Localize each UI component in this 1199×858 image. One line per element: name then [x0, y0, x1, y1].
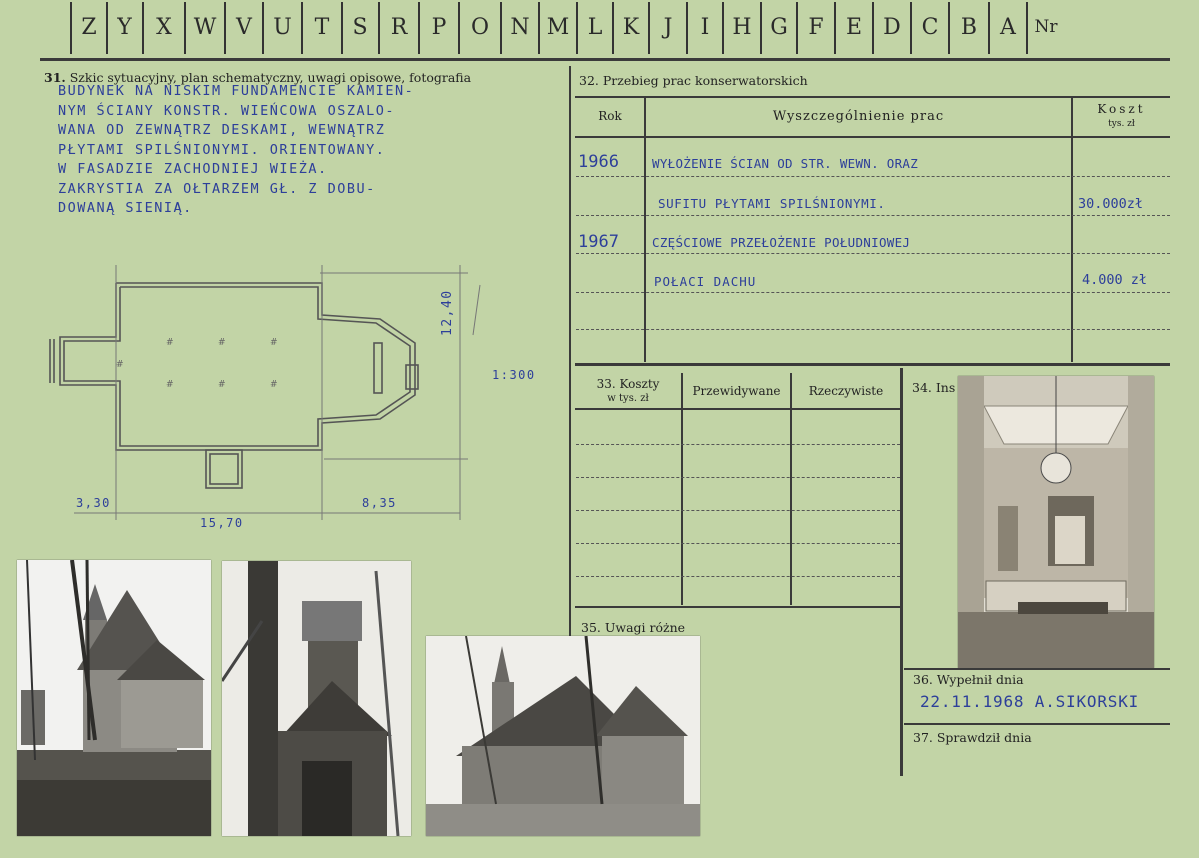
letter-cell: G — [770, 14, 788, 40]
plan-dimension-height: 12,40 — [440, 289, 455, 336]
letter-cell: S — [352, 14, 368, 40]
section-34-label: 34. Ins — [912, 380, 956, 395]
letter-cell: E — [845, 14, 863, 40]
plan-scale: 1:300 — [492, 368, 536, 382]
letter-cell: C — [921, 14, 939, 40]
note-line: NYM ŚCIANY KONSTR. WIEŃCOWA OSZALO- — [58, 102, 395, 119]
table-row-line — [576, 329, 1170, 330]
letter-cell: P — [431, 14, 447, 40]
letter-cell: Y — [117, 14, 132, 40]
church-exterior-photo-1 — [17, 560, 211, 836]
table-row-line — [576, 215, 1170, 216]
letter-cell: X — [156, 14, 172, 40]
table-row-line — [576, 543, 900, 544]
svg-text:#: # — [270, 338, 278, 348]
col-year-header: Rok — [598, 109, 622, 123]
section-32-title: Przebieg prac konserwatorskich — [602, 73, 808, 88]
church-exterior-photo-3 — [426, 636, 700, 836]
letter-cell: T — [314, 14, 330, 40]
note-line: W FASADZIE ZACHODNIEJ WIEŻA. — [58, 161, 328, 177]
work-cost: 4.000 zł — [1082, 272, 1148, 288]
note-line: BUDYNEK NA NISKIM FUNDAMENCIE KAMIEN- — [58, 83, 415, 99]
letter-cell: O — [470, 14, 490, 40]
filled-by-date: 22.11.1968 A.SIKORSKI — [920, 692, 1140, 711]
note-line: ZAKRYSTIA ZA OŁTARZEM GŁ. Z DOBU- — [58, 180, 376, 197]
work-cost: 30.000zł — [1078, 196, 1144, 212]
work-year: 1966 — [578, 152, 619, 172]
section-32-number: 32. — [579, 73, 599, 88]
section-33-title: Koszty — [619, 377, 660, 391]
table-rule — [575, 408, 901, 410]
letter-cell: F — [808, 14, 824, 40]
col-actual-header: Rzeczywiste — [808, 384, 884, 398]
svg-text:#: # — [166, 380, 174, 390]
letter-cell: I — [700, 14, 710, 40]
svg-text:#: # — [218, 338, 226, 348]
interior-photo — [958, 376, 1154, 668]
inventory-card: Z Y X W V U T S R P O N M L K J I H G F … — [0, 0, 1199, 858]
svg-text:#: # — [166, 338, 174, 348]
plan-dimension-total: 15,70 — [200, 516, 244, 530]
work-description: CZĘŚCIOWE PRZEŁOŻENIE POŁUDNIOWEJ — [652, 235, 911, 250]
table-rule — [575, 606, 901, 608]
work-description: POŁACI DACHU — [654, 274, 757, 289]
col-cost-unit: tys. zł — [1108, 119, 1135, 129]
description-notes: BUDYNEK NA NISKIM FUNDAMENCIE KAMIEN- NY… — [58, 82, 414, 219]
note-line: PŁYTAMI SPILŚNIONYMI. ORIENTOWANY. — [58, 141, 386, 158]
table-row-line — [576, 576, 900, 577]
letter-cell: D — [883, 14, 901, 40]
top-rule — [40, 58, 1170, 61]
section-33-label: 33. Koszty w tys. zł — [578, 378, 678, 405]
section-37-label: 37. Sprawdził dnia — [913, 730, 1032, 745]
letter-cell: R — [390, 14, 408, 40]
svg-text:#: # — [270, 380, 278, 390]
note-line: WANA OD ZEWNĄTRZ DESKAMI, WEWNĄTRZ — [58, 122, 386, 138]
col-planned-header: Przewidywane — [692, 384, 781, 398]
letter-cell: V — [236, 14, 252, 40]
svg-text:#: # — [218, 380, 226, 390]
letter-cell: W — [193, 14, 217, 40]
plan-dimension-right: 8,35 — [362, 496, 397, 510]
church-exterior-photo-2 — [222, 561, 411, 836]
col-cost-header: Koszt — [1097, 102, 1146, 116]
letter-cell: U — [273, 14, 292, 40]
floor-plan-sketch: # # # # # # # — [49, 265, 481, 520]
table-rule — [904, 668, 1170, 670]
column-divider — [900, 368, 903, 776]
table-rule — [904, 723, 1170, 725]
section-32-label: 32. Przebieg prac konserwatorskich — [579, 73, 808, 88]
note-line: DOWANĄ SIENIĄ. — [58, 200, 193, 216]
table-bottom-rule — [575, 363, 1170, 366]
section-35-label: 35. Uwagi różne — [581, 620, 686, 635]
letter-cell: K — [622, 14, 640, 40]
table-rule — [575, 136, 1170, 138]
section-33-number: 33. — [596, 377, 616, 391]
table-col-line — [644, 97, 646, 362]
table-row-line — [576, 292, 1170, 293]
table-row-line — [576, 510, 900, 511]
work-description: WYŁOŻENIE ŚCIAN OD STR. WEWN. ORAZ — [652, 156, 919, 171]
letter-cell: J — [663, 14, 673, 40]
table-row-line — [576, 444, 900, 445]
plan-dimension-left: 3,30 — [76, 496, 111, 510]
table-col-line — [1071, 97, 1073, 362]
work-year: 1967 — [578, 232, 619, 252]
table-row-line — [576, 477, 900, 478]
nr-label: Nr — [1034, 17, 1058, 37]
letter-cell: M — [546, 14, 570, 40]
col-desc-header: Wyszczególnienie prac — [772, 108, 945, 124]
letter-cell: B — [960, 14, 978, 40]
letter-cell: N — [510, 14, 530, 40]
section-33-unit: w tys. zł — [607, 393, 649, 404]
svg-text:#: # — [116, 360, 124, 370]
letter-cell: H — [732, 14, 752, 40]
table-row-line — [576, 253, 1170, 254]
work-description: SUFITU PŁYTAMI SPILŚNIONYMI. — [658, 196, 886, 211]
letter-cell: Z — [81, 14, 97, 40]
section-36-label: 36. Wypełnił dnia — [913, 672, 1024, 687]
letter-cell: A — [1000, 14, 1016, 40]
letter-cell: L — [587, 14, 603, 40]
table-row-line — [576, 176, 1170, 177]
letter-index-strip: Z Y X W V U T S R P O N M L K J I H G F … — [42, 0, 1170, 56]
